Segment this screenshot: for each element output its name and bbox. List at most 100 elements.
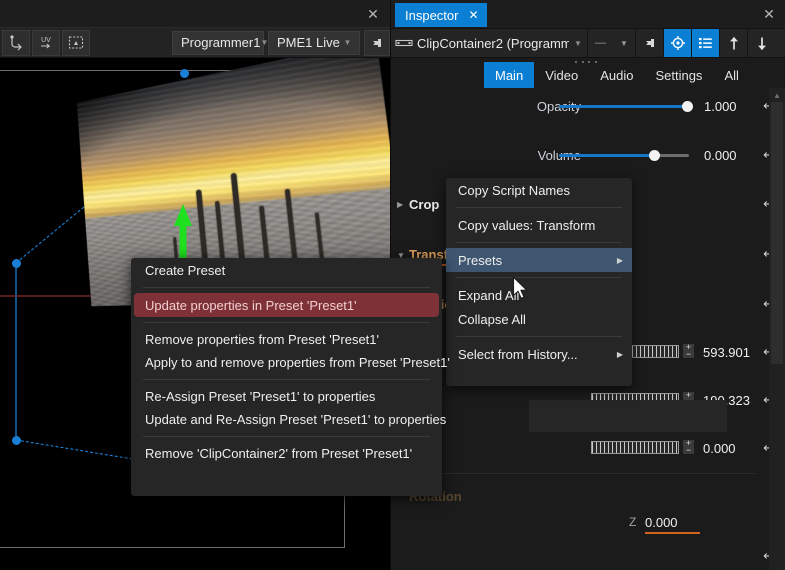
move-up-button[interactable] bbox=[719, 29, 747, 57]
programmer-select[interactable]: Programmer1 ▼ bbox=[172, 30, 268, 55]
menu-item-label: Update and Re-Assign Preset 'Preset1' to… bbox=[145, 412, 447, 427]
header-minimize-label: — bbox=[595, 37, 607, 49]
row-volume-value[interactable]: 0.000 bbox=[704, 148, 737, 163]
menu-item-label: Expand All bbox=[458, 287, 520, 303]
position-x-stepper[interactable]: + − bbox=[683, 343, 694, 359]
menu-item-presets[interactable]: Presets ▶ bbox=[446, 248, 632, 272]
chevron-down-icon: ▼ bbox=[343, 38, 352, 47]
row-rotation-z-label: Z bbox=[629, 515, 637, 529]
tab-all[interactable]: All bbox=[713, 62, 749, 88]
transform-tool-icon[interactable] bbox=[2, 29, 30, 56]
panel-close-icon[interactable]: ✕ bbox=[759, 5, 779, 23]
move-down-button[interactable] bbox=[747, 29, 775, 57]
volume-slider-knob[interactable] bbox=[649, 150, 660, 161]
menu-item-label: Copy Script Names bbox=[458, 182, 570, 198]
mouse-cursor bbox=[512, 276, 528, 299]
tab-settings[interactable]: Settings bbox=[644, 62, 713, 88]
menu-item-label: Remove properties from Preset 'Preset1' bbox=[145, 332, 379, 347]
row-rotation-z-underline bbox=[645, 532, 700, 534]
menu-item-label: Create Preset bbox=[145, 262, 226, 278]
tab-main[interactable]: Main bbox=[484, 62, 535, 88]
menu-item-create-preset[interactable]: Create Preset bbox=[131, 258, 442, 282]
menu-item-remove-properties-from-preset[interactable]: Remove properties from Preset 'Preset1' bbox=[131, 328, 442, 351]
target-icon[interactable] bbox=[663, 29, 691, 57]
menu-separator bbox=[456, 336, 622, 337]
chevron-right-icon: ▶ bbox=[616, 255, 623, 265]
menu-item-apply-to-and-remove-properties[interactable]: Apply to and remove properties from Pres… bbox=[131, 351, 450, 374]
tab-inspector[interactable]: Inspector ✕ bbox=[395, 3, 487, 27]
context-menu-transform[interactable]: Copy Script Names Copy values: Transform… bbox=[446, 178, 632, 386]
menu-item-label: Update properties in Preset 'Preset1' bbox=[145, 297, 357, 313]
menu-item-expand-all[interactable]: Expand All bbox=[446, 283, 632, 307]
uv-tool-icon[interactable]: UV bbox=[32, 29, 60, 56]
left-titlebar: ✕ bbox=[0, 0, 390, 28]
inspector-header: ClipContainer2 (Programme ▼ — ▼ bbox=[391, 28, 785, 58]
row-opacity[interactable]: Opacity 1.000 ↩ bbox=[391, 94, 785, 118]
row-volume[interactable]: Volume 0.000 ↩ bbox=[391, 143, 785, 167]
scrollbar-thumb[interactable] bbox=[771, 102, 783, 364]
svg-text:UV: UV bbox=[41, 37, 51, 44]
list-icon[interactable] bbox=[691, 29, 719, 57]
group-crop-label: Crop bbox=[409, 196, 440, 212]
menu-item-label: Remove 'ClipContainer2' from Preset 'Pre… bbox=[145, 446, 413, 461]
inspector-tabbar: Inspector ✕ ✕ bbox=[391, 0, 785, 28]
menu-item-collapse-all[interactable]: Collapse All bbox=[446, 307, 632, 331]
scroll-up-icon[interactable]: ▲ bbox=[769, 88, 785, 102]
menu-item-label: Copy values: Transform bbox=[458, 217, 596, 233]
close-icon[interactable]: ✕ bbox=[362, 5, 384, 23]
preview-placeholder bbox=[529, 400, 727, 432]
viewport-toolbar: UV Programmer1 ▼ PME1 Live ▼ bbox=[0, 28, 390, 58]
inspector-scrollbar[interactable]: ▲ bbox=[769, 88, 785, 570]
row-rotation-z[interactable]: Z 0.000 bbox=[391, 510, 785, 534]
menu-item-label: Presets bbox=[458, 252, 503, 268]
menu-item-copy-script-names[interactable]: Copy Script Names bbox=[446, 178, 632, 202]
programmer-select-value: Programmer1 bbox=[181, 35, 261, 50]
menu-item-copy-values-transform[interactable]: Copy values: Transform bbox=[446, 213, 632, 237]
row-position-z-value[interactable]: 0.000 bbox=[703, 441, 736, 456]
object-name: ClipContainer2 (Programme bbox=[417, 35, 569, 51]
menu-separator bbox=[143, 436, 430, 437]
row-opacity-value[interactable]: 1.000 bbox=[704, 99, 737, 114]
menu-item-label: Apply to and remove properties from Pres… bbox=[145, 355, 450, 370]
select-region-icon[interactable] bbox=[62, 29, 90, 56]
menu-separator bbox=[456, 207, 622, 208]
menu-separator bbox=[456, 242, 622, 243]
clip-container-icon bbox=[391, 29, 417, 57]
row-position-x-value[interactable]: 593.901 bbox=[703, 345, 750, 360]
gizmo-y-axis-arrow bbox=[174, 204, 192, 226]
context-submenu-presets[interactable]: Create Preset Update properties in Prese… bbox=[131, 258, 450, 496]
close-icon[interactable]: ✕ bbox=[468, 8, 478, 22]
chevron-down-icon[interactable]: ▼ bbox=[569, 39, 587, 48]
header-minimize-select[interactable]: — ▼ bbox=[587, 29, 635, 57]
chevron-right-icon[interactable]: ▶ bbox=[397, 200, 403, 209]
menu-item-reassign-preset-to-properties[interactable]: Re-Assign Preset 'Preset1' to properties bbox=[131, 385, 442, 408]
tab-video[interactable]: Video bbox=[534, 62, 589, 88]
menu-item-label: Select from History... bbox=[458, 346, 578, 362]
chevron-right-icon: ▶ bbox=[616, 349, 623, 359]
section-divider bbox=[391, 473, 756, 474]
row-rotation-z-value[interactable]: 0.000 bbox=[645, 515, 678, 530]
row-position-z[interactable]: Z +− 0.000 ↩ bbox=[391, 436, 785, 460]
group-rotation[interactable]: Rotation bbox=[391, 484, 785, 508]
menu-separator bbox=[143, 379, 430, 380]
tab-inspector-label: Inspector bbox=[405, 7, 459, 23]
pme-select-value: PME1 Live bbox=[277, 35, 340, 50]
menu-item-update-and-reassign-preset[interactable]: Update and Re-Assign Preset 'Preset1' to… bbox=[131, 408, 446, 431]
pin-icon[interactable] bbox=[635, 29, 663, 57]
position-z-stepper[interactable]: + − bbox=[683, 439, 694, 455]
panel-grip[interactable] bbox=[575, 60, 597, 64]
menu-separator bbox=[456, 277, 622, 278]
pme-select[interactable]: PME1 Live ▼ bbox=[268, 30, 360, 55]
menu-item-select-from-history[interactable]: Select from History... ▶ bbox=[446, 342, 632, 366]
pin-icon[interactable] bbox=[364, 29, 390, 56]
menu-item-remove-clipcontainer-from-preset[interactable]: Remove 'ClipContainer2' from Preset 'Pre… bbox=[131, 442, 442, 465]
tab-audio[interactable]: Audio bbox=[589, 62, 644, 88]
menu-separator bbox=[143, 287, 430, 288]
row-rotation-z-reset[interactable]: ↩ bbox=[391, 544, 785, 568]
opacity-slider-fill bbox=[559, 105, 689, 108]
menu-item-label: Re-Assign Preset 'Preset1' to properties bbox=[145, 389, 376, 404]
menu-item-update-properties-in-preset[interactable]: Update properties in Preset 'Preset1' bbox=[134, 293, 439, 317]
opacity-slider-knob[interactable] bbox=[682, 101, 693, 112]
chevron-down-icon: ▼ bbox=[620, 38, 628, 48]
position-z-spinner[interactable] bbox=[591, 441, 679, 454]
